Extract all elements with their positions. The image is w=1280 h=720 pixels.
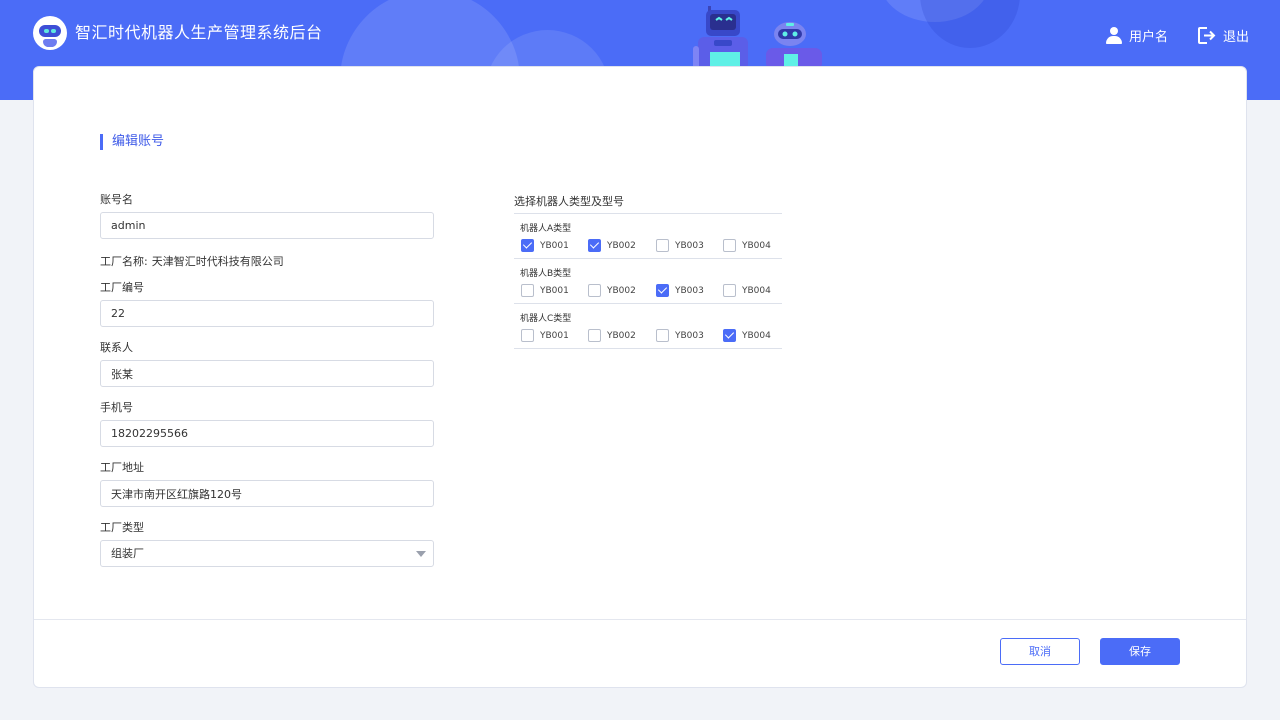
- robot-model-label: YB002: [607, 240, 636, 251]
- robot-model-label: YB002: [607, 330, 636, 341]
- robot-model-checkbox[interactable]: YB002: [588, 284, 636, 297]
- phone-input[interactable]: [100, 420, 434, 447]
- robot-model-checkbox[interactable]: YB001: [521, 284, 569, 297]
- checkbox-unchecked-icon[interactable]: [723, 284, 736, 297]
- checkbox-checked-icon[interactable]: [723, 329, 736, 342]
- user-menu[interactable]: 用户名: [1106, 26, 1168, 45]
- robot-group-label: 机器人A类型: [520, 224, 572, 234]
- save-button[interactable]: 保存: [1100, 638, 1180, 665]
- robot-group-label: 机器人C类型: [520, 314, 572, 324]
- username-label: 用户名: [1129, 30, 1169, 45]
- checkbox-checked-icon[interactable]: [588, 239, 601, 252]
- checkbox-unchecked-icon[interactable]: [588, 329, 601, 342]
- robot-model-checkbox[interactable]: YB002: [588, 239, 636, 252]
- factory-no-input[interactable]: [100, 300, 434, 327]
- address-label: 工厂地址: [100, 461, 144, 474]
- user-icon: [1106, 26, 1122, 45]
- robot-model-label: YB003: [675, 330, 704, 341]
- chevron-down-icon: [416, 551, 426, 557]
- robot-model-checkbox[interactable]: YB004: [723, 239, 771, 252]
- robot-model-label: YB003: [675, 285, 704, 296]
- checkbox-unchecked-icon[interactable]: [656, 239, 669, 252]
- robot-model-label: YB001: [540, 285, 569, 296]
- checkbox-unchecked-icon[interactable]: [521, 284, 534, 297]
- phone-label: 手机号: [100, 401, 133, 414]
- robot-select-title: 选择机器人类型及型号: [514, 195, 624, 208]
- robot-model-label: YB001: [540, 240, 569, 251]
- robot-model-table: 机器人A类型 YB001 YB002 YB003 YB004 机器人B类型 YB001 YB0…: [514, 213, 782, 349]
- robot-model-checkbox[interactable]: YB003: [656, 239, 704, 252]
- robot-model-label: YB004: [742, 285, 771, 296]
- robot-model-checkbox[interactable]: YB001: [521, 329, 569, 342]
- robot-model-checkbox[interactable]: YB004: [723, 284, 771, 297]
- checkbox-checked-icon[interactable]: [521, 239, 534, 252]
- factory-name-row: 工厂名称: 天津智汇时代科技有限公司: [100, 253, 284, 269]
- footer-divider: [34, 619, 1246, 620]
- robot-model-label: YB004: [742, 240, 771, 251]
- factory-name-value: 天津智汇时代科技有限公司: [151, 255, 284, 268]
- robot-model-checkbox[interactable]: YB002: [588, 329, 636, 342]
- logout-button[interactable]: 退出: [1198, 26, 1249, 45]
- robot-model-checkbox[interactable]: YB001: [521, 239, 569, 252]
- edit-account-card: 编辑账号 账号名 工厂名称: 天津智汇时代科技有限公司 工厂编号 联系人 手机号…: [33, 66, 1247, 688]
- checkbox-unchecked-icon[interactable]: [521, 329, 534, 342]
- checkbox-unchecked-icon[interactable]: [588, 284, 601, 297]
- robot-model-label: YB003: [675, 240, 704, 251]
- factory-type-label: 工厂类型: [100, 521, 144, 534]
- robot-group: 机器人B类型 YB001 YB002 YB003 YB004: [514, 259, 782, 304]
- factory-no-label: 工厂编号: [100, 281, 144, 294]
- cancel-button[interactable]: 取消: [1000, 638, 1080, 665]
- checkbox-unchecked-icon[interactable]: [656, 329, 669, 342]
- robot-model-checkbox[interactable]: YB004: [723, 329, 771, 342]
- robot-model-checkbox[interactable]: YB003: [656, 284, 704, 297]
- robot-illustration-icon: [693, 6, 748, 70]
- account-name-label: 账号名: [100, 193, 133, 206]
- robot-group: 机器人C类型 YB001 YB002 YB003 YB004: [514, 304, 782, 349]
- decor-circle: [920, 0, 1020, 48]
- robot-group-label: 机器人B类型: [520, 269, 572, 279]
- contact-label: 联系人: [100, 341, 133, 354]
- section-title: 编辑账号: [100, 134, 164, 150]
- checkbox-checked-icon[interactable]: [656, 284, 669, 297]
- robot-model-label: YB002: [607, 285, 636, 296]
- app-title: 智汇时代机器人生产管理系统后台: [75, 23, 323, 42]
- factory-name-label: 工厂名称:: [100, 255, 148, 268]
- factory-type-value: 组装厂: [111, 547, 144, 560]
- robot-illustration-icon: [766, 22, 822, 70]
- account-name-input[interactable]: [100, 212, 434, 239]
- checkbox-unchecked-icon[interactable]: [723, 239, 736, 252]
- factory-type-select[interactable]: 组装厂: [100, 540, 434, 567]
- robot-model-label: YB001: [540, 330, 569, 341]
- robot-model-label: YB004: [742, 330, 771, 341]
- logout-icon: [1198, 27, 1216, 44]
- logout-label: 退出: [1223, 30, 1250, 45]
- robot-logo-icon: [33, 16, 67, 50]
- contact-input[interactable]: [100, 360, 434, 387]
- address-input[interactable]: [100, 480, 434, 507]
- robot-group: 机器人A类型 YB001 YB002 YB003 YB004: [514, 214, 782, 259]
- robot-model-checkbox[interactable]: YB003: [656, 329, 704, 342]
